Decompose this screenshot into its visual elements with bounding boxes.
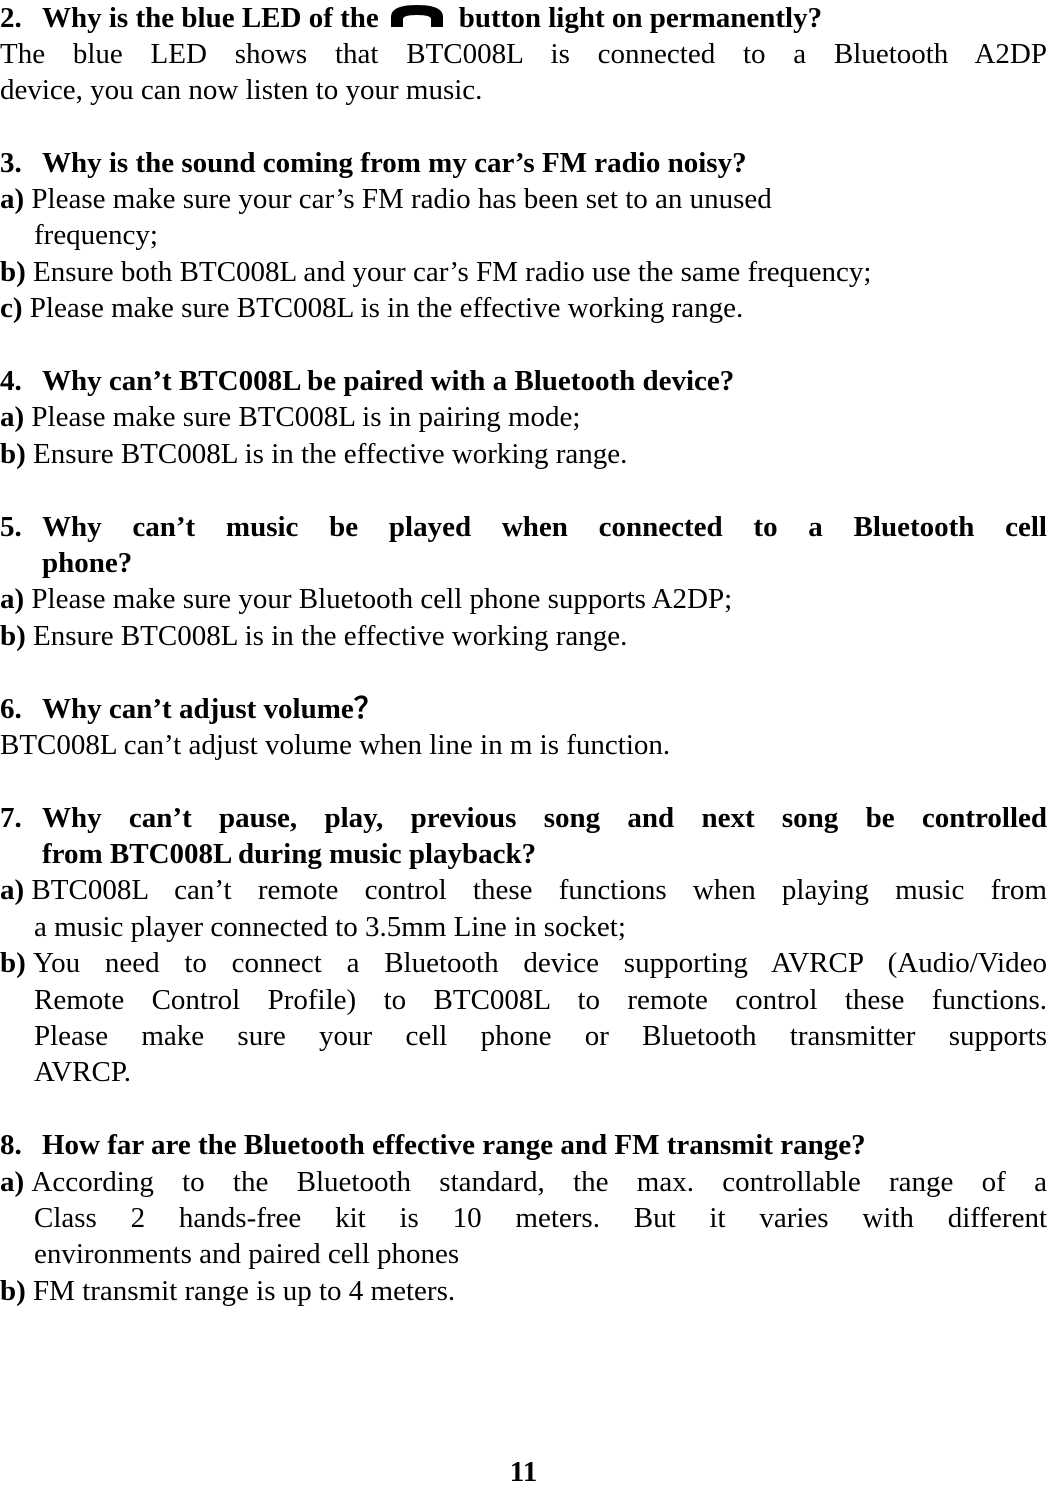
faq-question-6: 6. Why can’t adjust volume？: [0, 691, 1047, 728]
answer-item: b) Ensure BTC008L is in the effective wo…: [0, 438, 628, 470]
answer-item: c) Please make sure BTC008L is in the ef…: [0, 292, 744, 324]
answer-item-continuation: environments and paired cell phones: [34, 1238, 460, 1270]
answer-line: The blue LED shows that BTC008L is conne…: [0, 38, 1047, 70]
answer-item-continuation: frequency;: [34, 219, 158, 251]
faq-question-4: 4. Why can’t BTC008L be paired with a Blu…: [0, 363, 1047, 400]
answer-line: device, you can now listen to your music…: [0, 74, 483, 106]
answer-item: a) According to the Bluetooth standard, …: [0, 1166, 1047, 1198]
answer-item: b) Ensure both BTC008L and your car’s FM…: [0, 256, 872, 288]
answer-item: b) FM transmit range is up to 4 meters.: [0, 1275, 456, 1307]
answer-item: a) Please make sure your Bluetooth cell …: [0, 583, 733, 615]
question-number: 7.: [0, 802, 22, 834]
question-number: 5.: [0, 511, 22, 543]
question-number: 3.: [0, 147, 22, 179]
faq-question-7: 7. Why can’t pause, play, previous song a…: [0, 800, 1047, 837]
answer-item-continuation: Please make sure your cell phone or Blue…: [34, 1020, 1047, 1052]
answer-item-continuation: AVRCP.: [34, 1056, 131, 1088]
answer-item-continuation: Class 2 hands-free kit is 10 meters. But…: [34, 1202, 1047, 1234]
question-number: 6.: [0, 693, 22, 725]
faq-question-3: 3. Why is the sound coming from my car’s …: [0, 145, 1047, 182]
answer-item: a) BTC008L can’t remote control these fu…: [0, 874, 1047, 906]
answer-item: a) Please make sure your car’s FM radio …: [0, 183, 772, 215]
question-number: 2.: [0, 2, 22, 34]
faq-question-5: 5. Why can’t music be played when connect…: [0, 509, 1047, 546]
answer-line: BTC008L can’t adjust volume when line in…: [0, 729, 671, 761]
phone-handset-icon: [387, 3, 447, 29]
answer-item-continuation: a music player connected to 3.5mm Line i…: [34, 911, 626, 943]
question-continuation: phone?: [42, 547, 133, 579]
faq-question-8: 8. How far are the Bluetooth effective ra…: [0, 1127, 1047, 1164]
answer-item: b) You need to connect a Bluetooth devic…: [0, 947, 1047, 979]
answer-item: a) Please make sure BTC008L is in pairin…: [0, 401, 581, 433]
page-number: 11: [509, 1456, 538, 1488]
question-continuation: from BTC008L during music playback?: [42, 838, 537, 870]
question-number: 4.: [0, 365, 22, 397]
faq-question-2: 2. Why is the blue LED of the button light…: [0, 0, 1047, 37]
answer-item: b) Ensure BTC008L is in the effective wo…: [0, 620, 628, 652]
question-number: 8.: [0, 1129, 22, 1161]
answer-item-continuation: Remote Control Profile) to BTC008L to re…: [34, 984, 1047, 1016]
